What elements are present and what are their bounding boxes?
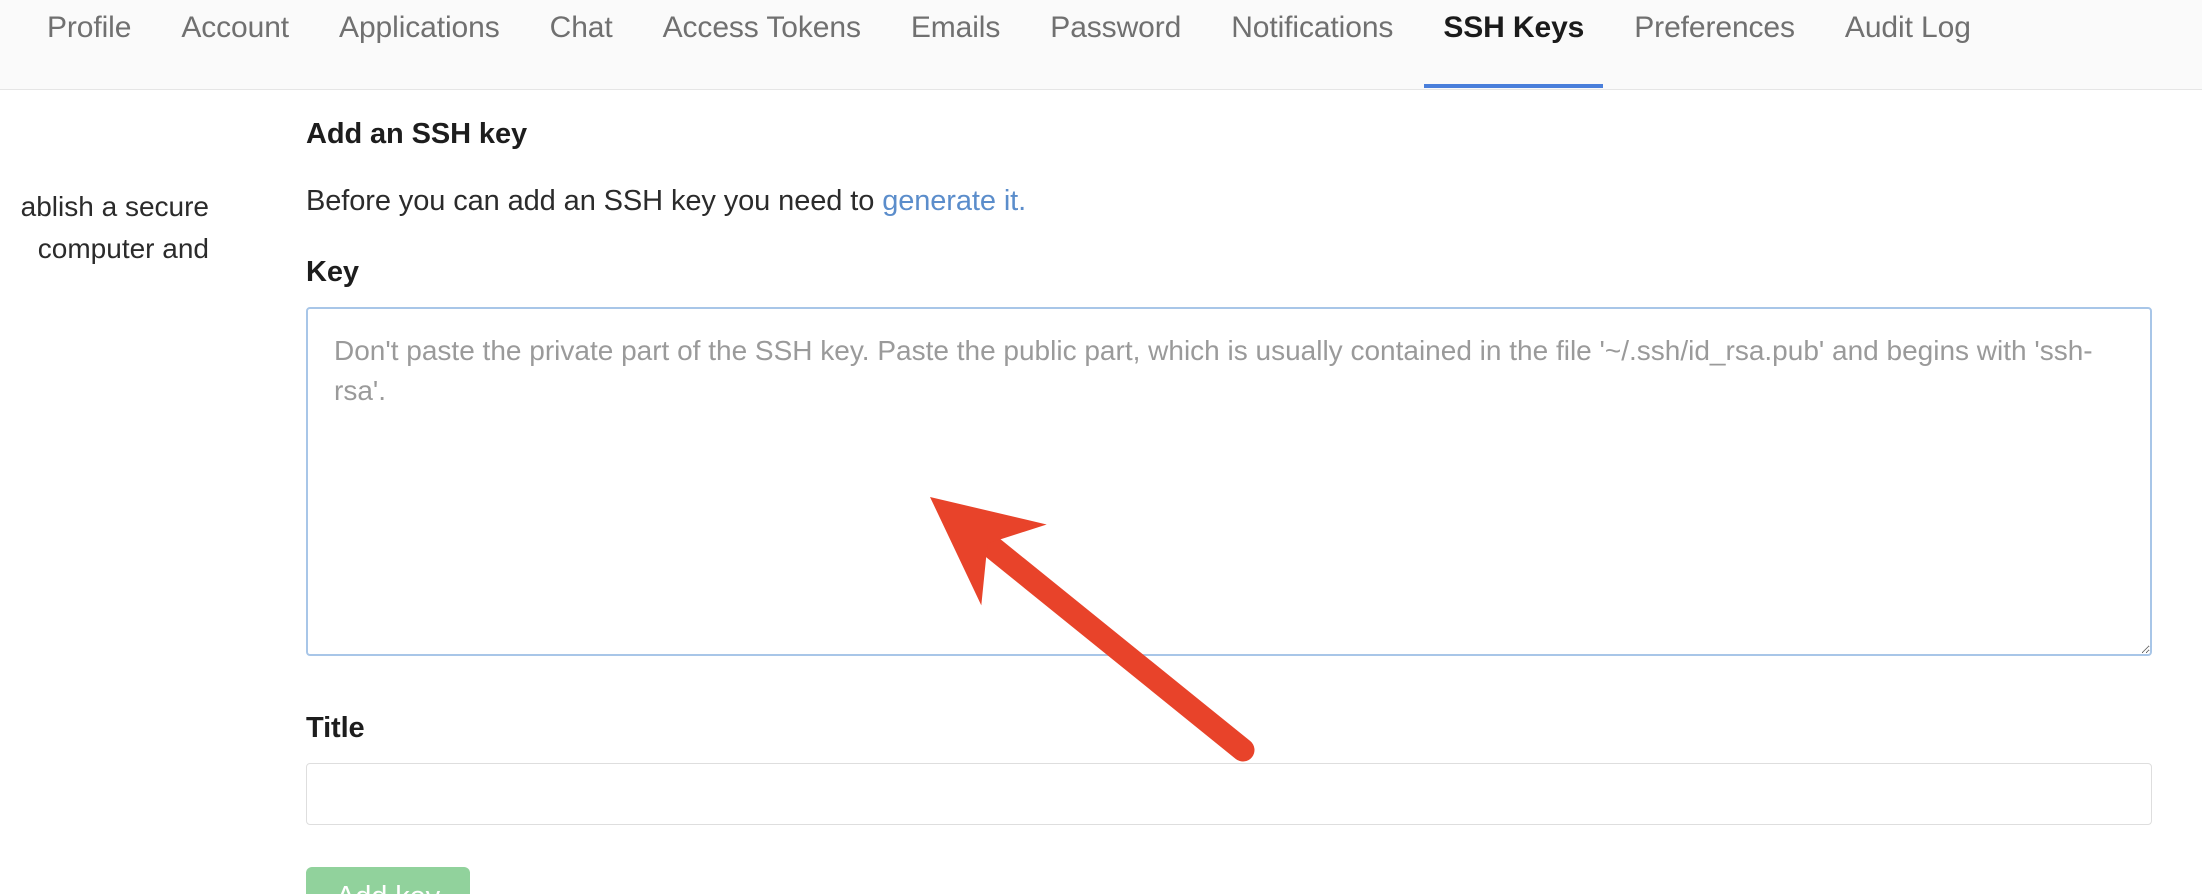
tab-applications[interactable]: Applications [314,0,525,88]
ssh-key-form: Add an SSH key Before you can add an SSH… [306,118,2152,894]
intro-text: Before you can add an SSH key you need t… [306,185,2152,218]
intro-text-prefix: Before you can add an SSH key you need t… [306,185,883,217]
sidebar-help-text: ablish a secure computer and [0,186,215,270]
settings-page: Profile Account Applications Chat Access Tok… [0,0,2202,894]
tab-preferences[interactable]: Preferences [1609,0,1820,88]
tab-access-tokens[interactable]: Access Tokens [638,0,886,88]
sidebar-help-line-1: ablish a secure [20,191,209,222]
generate-it-link[interactable]: generate it. [882,185,1026,217]
add-key-button[interactable]: Add key [306,867,471,894]
form-spacer [306,656,2152,712]
tab-account[interactable]: Account [156,0,314,88]
tab-list: Profile Account Applications Chat Access Tok… [0,0,2202,90]
tab-notifications[interactable]: Notifications [1206,0,1418,88]
tab-password[interactable]: Password [1025,0,1206,88]
title-input[interactable] [306,763,2152,825]
sidebar-help-line-2: computer and [37,233,209,264]
form-actions: Add key [306,867,2152,894]
title-field-label: Title [306,712,365,744]
tab-audit-log[interactable]: Audit Log [1820,0,1996,88]
tab-chat[interactable]: Chat [525,0,638,88]
tab-profile[interactable]: Profile [22,0,156,88]
key-input[interactable] [306,307,2152,656]
settings-tabbar: Profile Account Applications Chat Access Tok… [0,0,2202,90]
tab-ssh-keys[interactable]: SSH Keys [1418,0,1609,88]
key-field-label: Key [306,256,359,288]
tab-emails[interactable]: Emails [886,0,1025,88]
page-title: Add an SSH key [306,118,527,150]
